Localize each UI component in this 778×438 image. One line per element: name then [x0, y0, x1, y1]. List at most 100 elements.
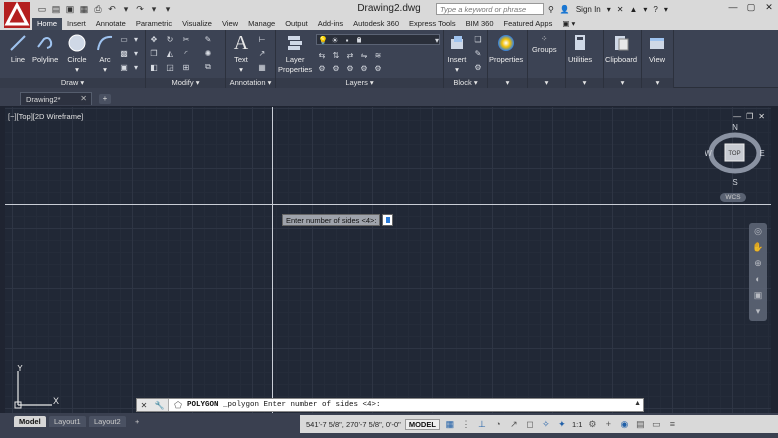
- ribbon-tab-parametric[interactable]: Parametric: [131, 18, 177, 30]
- ribbon-tab-insert[interactable]: Insert: [62, 18, 91, 30]
- ribbon-tab-add-ins[interactable]: Add-ins: [313, 18, 348, 30]
- layer-tool-2-icon[interactable]: ⇅: [330, 50, 342, 60]
- user-icon[interactable]: 👤: [560, 5, 570, 14]
- rotate-icon[interactable]: ↻: [164, 34, 176, 44]
- boundary-icon[interactable]: ▣: [118, 62, 130, 72]
- command-history-icon[interactable]: ▲: [634, 400, 641, 407]
- copy-icon[interactable]: ❐: [148, 48, 160, 58]
- help-menu-icon[interactable]: ▾: [664, 5, 668, 14]
- clipboard-panel-title[interactable]: ▾: [604, 78, 641, 88]
- ribbon-tab-manage[interactable]: Manage: [243, 18, 280, 30]
- circle-dropdown-icon[interactable]: ▾: [75, 65, 79, 74]
- isodraft-icon[interactable]: ↗: [508, 418, 520, 430]
- mirror-icon[interactable]: ◭: [164, 48, 176, 58]
- layer-tool-9-icon[interactable]: ⚙: [358, 63, 370, 73]
- ribbon-tab-visualize[interactable]: Visualize: [177, 18, 217, 30]
- annotation-scale-icon[interactable]: ✧: [540, 418, 552, 430]
- layout-tab-layout2[interactable]: Layout2: [89, 416, 126, 427]
- help-icon[interactable]: ?: [653, 5, 657, 14]
- leader-icon[interactable]: ↗: [256, 48, 268, 58]
- view-panel-title[interactable]: ▾: [642, 78, 673, 88]
- save-icon[interactable]: ▣: [64, 3, 76, 15]
- scale-icon[interactable]: ◲: [164, 62, 176, 72]
- text-dropdown-icon[interactable]: ▾: [239, 65, 243, 74]
- isolate-icon[interactable]: ◉: [618, 418, 630, 430]
- customize-status-icon[interactable]: ≡: [666, 418, 678, 430]
- wcs-menu[interactable]: WCS: [720, 193, 746, 202]
- navbar-customize-icon[interactable]: ▾: [749, 303, 767, 319]
- application-menu-button[interactable]: [4, 2, 30, 28]
- move-icon[interactable]: ✥: [148, 34, 160, 44]
- text-button[interactable]: A Text ▾: [230, 32, 252, 75]
- save-as-icon[interactable]: ▦: [78, 3, 90, 15]
- layer-tool-8-icon[interactable]: ⚙: [344, 63, 356, 73]
- clean-screen-icon[interactable]: ▭: [650, 418, 662, 430]
- command-line-text[interactable]: POLYGON _polygon Enter number of sides <…: [187, 401, 381, 409]
- compass-west[interactable]: W: [705, 149, 712, 158]
- layers-panel-title[interactable]: Layers ▾: [276, 78, 443, 88]
- snap-icon[interactable]: ⋮: [460, 418, 472, 430]
- coordinates-readout[interactable]: 541'-7 5/8", 270'-7 5/8", 0'-0": [306, 420, 401, 429]
- boundary-dropdown-icon[interactable]: ▾: [130, 62, 142, 72]
- ribbon-tab-annotate[interactable]: Annotate: [91, 18, 131, 30]
- groups-panel-title[interactable]: ▾: [528, 78, 565, 88]
- circle-button[interactable]: Circle ▾: [66, 32, 88, 74]
- add-layout-button[interactable]: +: [130, 416, 144, 427]
- layer-tool-10-icon[interactable]: ⚙: [372, 63, 384, 73]
- ortho-icon[interactable]: ⊥: [476, 418, 488, 430]
- close-icon[interactable]: ✕: [760, 0, 778, 14]
- layout-tab-layout1[interactable]: Layout1: [49, 416, 86, 427]
- ribbon-tab-output[interactable]: Output: [280, 18, 313, 30]
- fillet-icon[interactable]: ◜: [180, 48, 192, 58]
- offset-icon[interactable]: ⧉: [202, 62, 214, 72]
- steering-wheel-icon[interactable]: ◎: [749, 223, 767, 239]
- trim-icon[interactable]: ✂: [180, 34, 192, 44]
- viewport-controls-label[interactable]: [−][Top][2D Wireframe]: [8, 112, 83, 121]
- rectangle-dropdown-icon[interactable]: ▾: [130, 34, 142, 44]
- command-line[interactable]: ✕ 🔧 ⬠ POLYGON _polygon Enter number of s…: [136, 398, 644, 412]
- table-icon[interactable]: ▦: [256, 62, 268, 72]
- sign-in-dropdown-icon[interactable]: ▾: [607, 5, 611, 14]
- sign-in-button[interactable]: Sign In: [576, 5, 601, 14]
- layer-tool-6-icon[interactable]: ⚙: [316, 63, 328, 73]
- close-tab-icon[interactable]: ✕: [80, 94, 87, 103]
- layer-properties-button[interactable]: Layer Properties: [278, 32, 312, 74]
- ribbon-tab-featured-apps[interactable]: Featured Apps: [499, 18, 558, 30]
- command-close-icon[interactable]: ✕: [141, 401, 148, 410]
- groups-button[interactable]: ⁘ Groups: [532, 32, 557, 55]
- layer-tool-1-icon[interactable]: ⇆: [316, 50, 328, 60]
- draw-panel-title[interactable]: Draw ▾: [0, 78, 145, 88]
- array-icon[interactable]: ⊞: [180, 62, 192, 72]
- hatch-dropdown-icon[interactable]: ▾: [130, 48, 142, 58]
- command-polygon-icon[interactable]: ⬠: [169, 399, 187, 411]
- showmotion-icon[interactable]: ▣: [749, 287, 767, 303]
- dynamic-input-field[interactable]: [382, 214, 393, 226]
- layer-tool-3-icon[interactable]: ⇄: [344, 50, 356, 60]
- explode-icon[interactable]: ✺: [202, 48, 214, 58]
- layer-tool-7-icon[interactable]: ⚙: [330, 63, 342, 73]
- properties-button[interactable]: Properties: [489, 32, 523, 64]
- scale-readout[interactable]: 1:1: [572, 420, 582, 429]
- layer-tool-5-icon[interactable]: ≋: [372, 50, 384, 60]
- grid-icon[interactable]: ▦: [444, 418, 456, 430]
- block-attributes-icon[interactable]: ⚙: [472, 62, 484, 72]
- layout-tab-model[interactable]: Model: [14, 416, 46, 427]
- modify-panel-title[interactable]: Modify ▾: [146, 78, 225, 88]
- orbit-icon[interactable]: ◐: [749, 271, 767, 287]
- ribbon-tab-autodesk-360[interactable]: Autodesk 360: [348, 18, 404, 30]
- polyline-button[interactable]: Polyline: [32, 32, 58, 64]
- ribbon-tab-express-tools[interactable]: Express Tools: [404, 18, 461, 30]
- osnap-icon[interactable]: ◻: [524, 418, 536, 430]
- maximize-icon[interactable]: ▢: [742, 0, 760, 14]
- properties-panel-title[interactable]: ▾: [488, 78, 527, 88]
- layer-dropdown-icon[interactable]: ▾: [431, 35, 443, 45]
- undo-dropdown-icon[interactable]: ▾: [120, 3, 132, 15]
- open-folder-icon[interactable]: ▤: [50, 3, 62, 15]
- dimension-icon[interactable]: ⊢: [256, 34, 268, 44]
- add-icon[interactable]: +: [602, 418, 614, 430]
- annotation-panel-title[interactable]: Annotation ▾: [226, 78, 275, 88]
- pan-icon[interactable]: ✋: [749, 239, 767, 255]
- arc-button[interactable]: Arc ▾: [94, 32, 116, 74]
- minimize-icon[interactable]: —: [724, 0, 742, 14]
- erase-icon[interactable]: ✎: [202, 34, 214, 44]
